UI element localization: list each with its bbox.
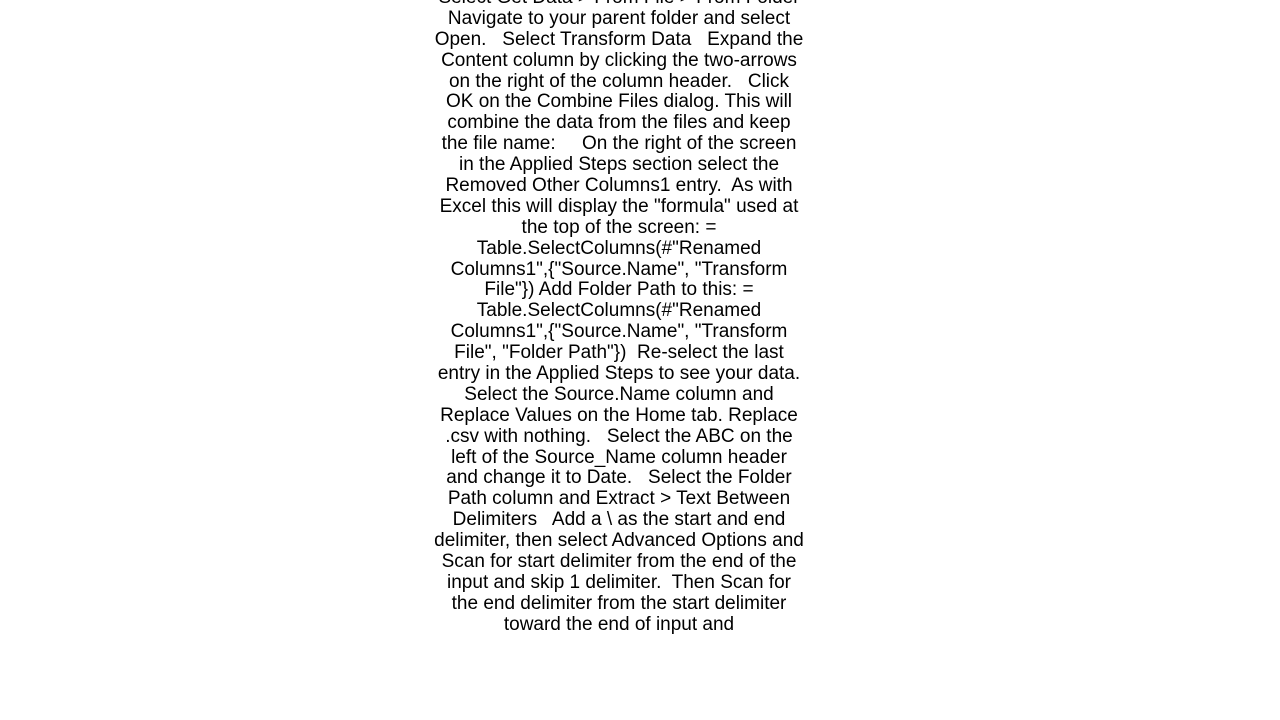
- document-body: Select Get Data > From File > From Folde…: [434, 0, 804, 636]
